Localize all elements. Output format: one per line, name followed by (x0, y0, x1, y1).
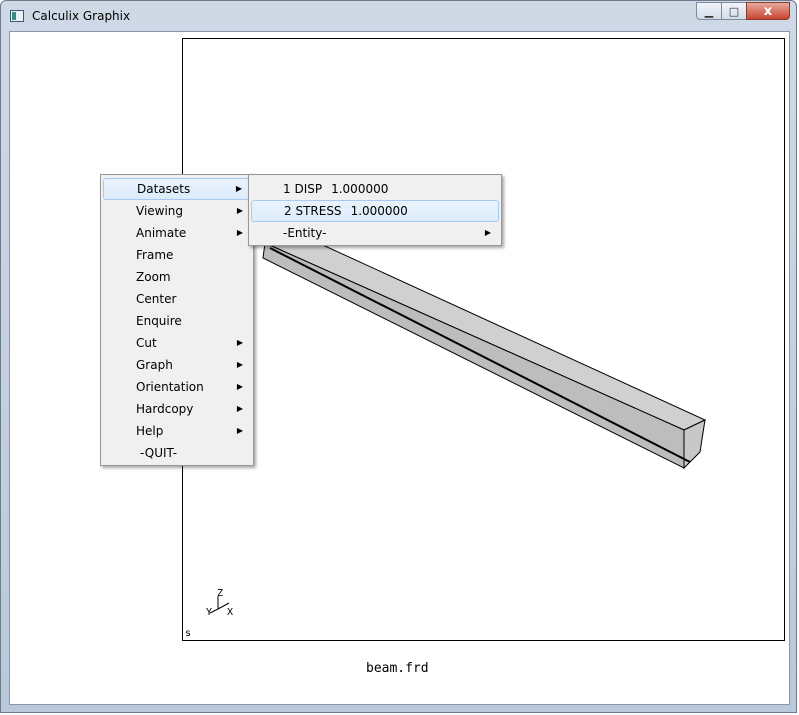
menu-item-enquire[interactable]: Enquire (103, 310, 251, 332)
menu-item-cut[interactable]: Cut ▶ (103, 332, 251, 354)
submenu-arrow-icon: ▶ (236, 338, 243, 347)
context-menu: Datasets ▶ Viewing ▶ Animate ▶ Frame Zoom C… (100, 174, 254, 466)
submenu-arrow-icon: ▶ (236, 426, 243, 435)
menu-item-center[interactable]: Center (103, 288, 251, 310)
menu-item-hardcopy[interactable]: Hardcopy ▶ (103, 398, 251, 420)
menu-item-orientation[interactable]: Orientation ▶ (103, 376, 251, 398)
filename-label: beam.frd (366, 661, 429, 676)
submenu-arrow-icon: ▶ (236, 382, 243, 391)
submenu-arrow-icon: ▶ (236, 404, 243, 413)
menu-item-quit[interactable]: -QUIT- (103, 442, 251, 464)
submenu-arrow-icon: ▶ (236, 360, 243, 369)
dataset-item-disp[interactable]: 1 DISP 1.000000 (251, 178, 499, 200)
menu-item-graph[interactable]: Graph ▶ (103, 354, 251, 376)
axis-z-label: Z (217, 588, 223, 599)
menu-item-zoom[interactable]: Zoom (103, 266, 251, 288)
menu-item-frame[interactable]: Frame (103, 244, 251, 266)
menu-item-datasets[interactable]: Datasets ▶ (103, 178, 251, 200)
submenu-arrow-icon: ▶ (484, 228, 491, 237)
beam-edge-line (269, 247, 691, 463)
menu-item-animate[interactable]: Animate ▶ (103, 222, 251, 244)
dataset-item-stress[interactable]: 2 STRESS 1.000000 (251, 200, 499, 222)
axis-triad: Z X Y (206, 588, 233, 618)
axis-y-label: Y (206, 607, 212, 618)
axis-x-label: X (227, 607, 233, 618)
datasets-submenu: 1 DISP 1.000000 2 STRESS 1.000000 -Entity-… (248, 174, 502, 246)
submenu-arrow-icon: ▶ (235, 184, 242, 193)
submenu-arrow-icon: ▶ (236, 206, 243, 215)
menu-item-help[interactable]: Help ▶ (103, 420, 251, 442)
submenu-arrow-icon: ▶ (236, 228, 243, 237)
menu-item-viewing[interactable]: Viewing ▶ (103, 200, 251, 222)
viewport-corner-label: s (185, 628, 192, 639)
beam-top-face (263, 229, 707, 431)
dataset-item-entity[interactable]: -Entity- ▶ (251, 222, 499, 244)
